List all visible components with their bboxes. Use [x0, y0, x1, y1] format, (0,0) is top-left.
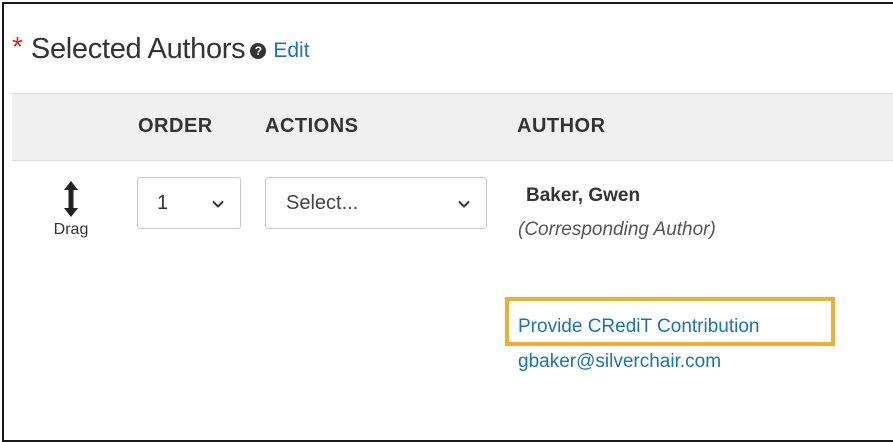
drag-label: Drag: [53, 221, 89, 238]
edit-link[interactable]: Edit: [273, 39, 309, 63]
table-header: ORDER ACTIONS AUTHOR: [12, 93, 893, 161]
author-name: Baker, Gwen: [526, 185, 641, 206]
required-marker: *: [12, 31, 23, 62]
chevron-down-icon: [458, 192, 470, 215]
column-header-author: AUTHOR: [517, 115, 606, 137]
order-select-value: 1: [157, 191, 169, 214]
drag-handle[interactable]: Drag: [46, 181, 96, 239]
column-header-actions: ACTIONS: [265, 115, 359, 137]
actions-select-value: Select...: [286, 191, 359, 214]
help-icon[interactable]: ?: [250, 43, 267, 59]
section-header: * Selected Authors ? Edit: [12, 24, 310, 74]
author-role: (Corresponding Author): [518, 219, 716, 240]
vertical-arrows-icon: [46, 181, 96, 217]
author-email-link[interactable]: gbaker@silverchair.com: [518, 351, 721, 373]
chevron-down-icon: [212, 192, 224, 215]
section-title: Selected Authors: [30, 32, 246, 65]
provide-credit-contribution-link[interactable]: Provide CRediT Contribution: [518, 316, 760, 338]
actions-select[interactable]: Select...: [265, 177, 487, 229]
column-header-order: ORDER: [138, 115, 213, 137]
order-select[interactable]: 1: [137, 177, 241, 229]
